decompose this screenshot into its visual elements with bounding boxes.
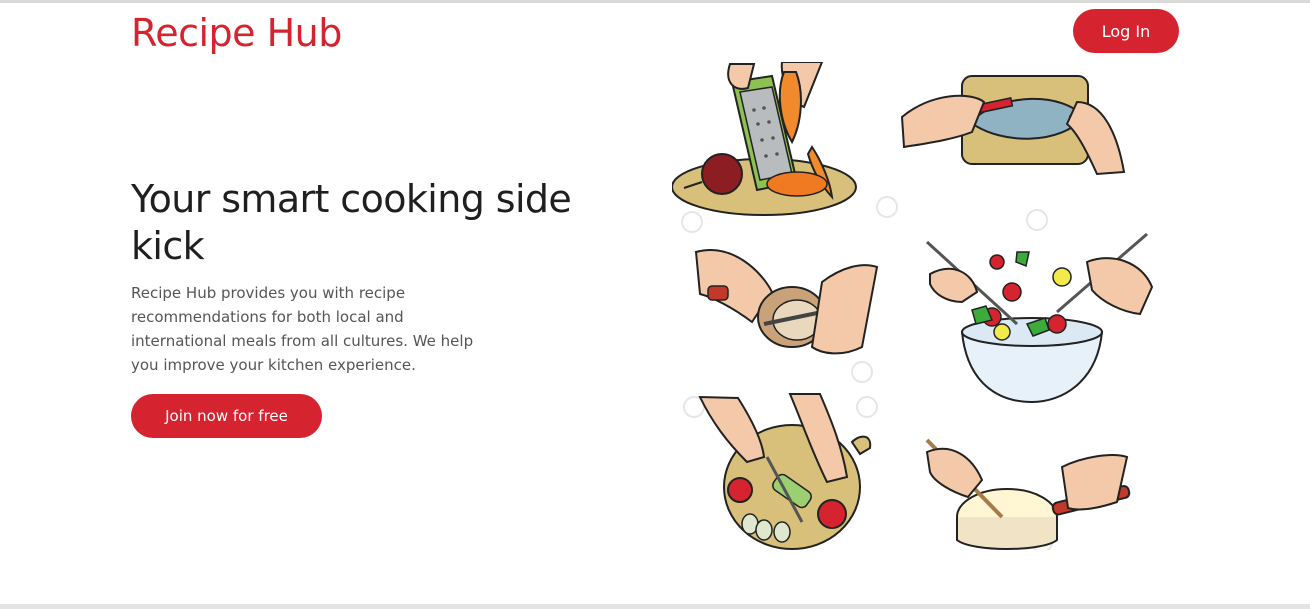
hero-title: Your smart cooking side kick: [131, 177, 572, 268]
peeling-potato-scene: [694, 249, 879, 355]
top-border: [0, 0, 1310, 3]
join-now-button[interactable]: Join now for free: [131, 394, 322, 438]
tossing-salad-scene: [925, 232, 1154, 404]
grating-vegetables-scene: [672, 62, 857, 216]
preparing-fish-scene: [900, 75, 1126, 176]
hero-description: Recipe Hub provides you with recipe reco…: [131, 284, 474, 374]
cooking-illustration-svg: [672, 62, 1154, 550]
cooking-illustration: [672, 62, 1180, 550]
logo[interactable]: Recipe Hub: [131, 10, 342, 56]
chopping-vegetables-scene: [698, 393, 872, 550]
login-button[interactable]: Log In: [1073, 9, 1179, 53]
bottom-border: [0, 604, 1310, 609]
stirring-pot-scene: [925, 438, 1131, 550]
